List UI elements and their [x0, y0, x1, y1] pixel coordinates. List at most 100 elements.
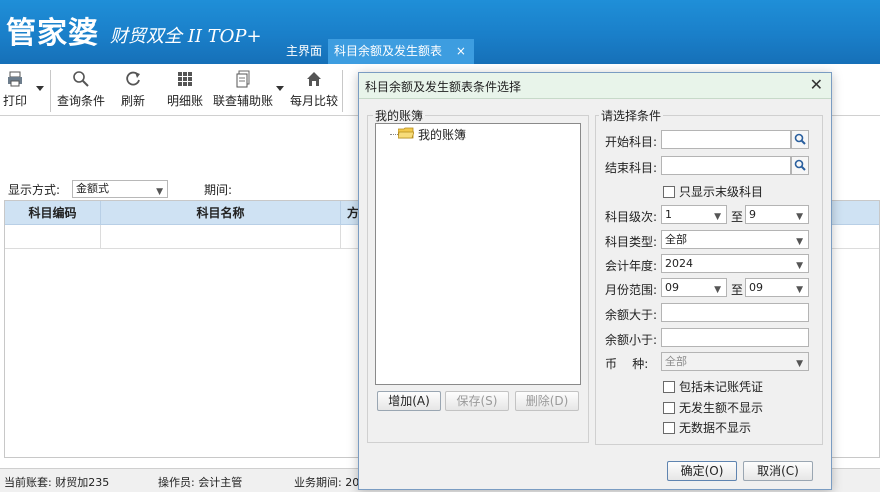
balance-gt-input[interactable]: [661, 303, 809, 322]
only-leaf-checkbox[interactable]: 只显示末级科目: [663, 183, 763, 200]
period-label: 期间:: [204, 183, 233, 197]
fiscal-year-select[interactable]: 2024 ▼: [661, 254, 809, 273]
month-range-label: 月份范围:: [605, 283, 658, 297]
detail-label: 明细账: [167, 94, 204, 108]
hide-no-activity-label: 无发生额不显示: [679, 401, 764, 415]
balance-gt-label: 余额大于:: [605, 308, 658, 322]
detail-ledger-button[interactable]: 明细账: [167, 70, 203, 109]
print-button[interactable]: 打印: [3, 70, 27, 109]
chevron-down-icon: ▼: [156, 187, 163, 197]
checkbox-box[interactable]: [663, 186, 675, 198]
subject-type-select[interactable]: 全部 ▼: [661, 230, 809, 249]
level-to-select[interactable]: 9 ▼: [745, 205, 809, 224]
display-mode-select[interactable]: 金额式 ▼: [72, 180, 168, 198]
cancel-button[interactable]: 取消(C): [743, 461, 813, 481]
dialog-titlebar[interactable]: 科目余额及发生额表条件选择 ✕: [359, 73, 831, 99]
month-to-label: 至: [731, 283, 744, 297]
chevron-down-icon: ▼: [714, 285, 721, 295]
start-subject-search-button[interactable]: [791, 130, 809, 149]
end-subject-search-button[interactable]: [791, 156, 809, 175]
conditions-group-title: 请选择条件: [599, 107, 664, 124]
monthly-compare-button[interactable]: 每月比较: [290, 70, 338, 109]
only-leaf-label: 只显示末级科目: [679, 185, 764, 199]
tree-item-label: 我的账簿: [418, 128, 467, 142]
table-cell[interactable]: [5, 225, 101, 249]
search-icon: [794, 159, 806, 171]
books-group-title: 我的账簿: [373, 107, 426, 124]
grid-icon: [178, 72, 192, 86]
refresh-button[interactable]: 刷新: [121, 70, 145, 109]
close-icon[interactable]: ✕: [810, 75, 823, 94]
end-subject-input[interactable]: [661, 156, 791, 175]
chevron-down-icon: ▼: [796, 285, 803, 295]
fiscal-year-label: 会计年度:: [605, 259, 658, 273]
toolbar-separator: [342, 70, 343, 112]
level-label: 科目级次:: [605, 210, 658, 224]
query-label: 查询条件: [57, 94, 106, 108]
condition-dialog: 科目余额及发生额表条件选择 ✕ 我的账簿 我的账簿 增加(A) 保存(S) 删除…: [358, 72, 832, 490]
level-to-label: 至: [731, 210, 744, 224]
chevron-down-icon: ▼: [796, 237, 803, 247]
chevron-down-icon: ▼: [714, 212, 721, 222]
end-subject-label: 结束科目:: [605, 161, 658, 175]
delete-button[interactable]: 删除(D): [515, 391, 579, 411]
app-header: 管家婆 财贸双全 II TOP+ 主界面 科目余额及发生额表 ×: [0, 0, 880, 64]
books-tree[interactable]: 我的账簿: [375, 123, 581, 385]
printer-icon: [8, 71, 22, 87]
balance-lt-input[interactable]: [661, 328, 809, 347]
level-from-value: 1: [665, 208, 672, 221]
status-operator: 操作员: 会计主管: [158, 476, 243, 489]
dialog-title: 科目余额及发生额表条件选择: [365, 80, 522, 94]
tab-home[interactable]: 主界面: [280, 39, 328, 64]
print-dropdown-icon[interactable]: [36, 86, 44, 91]
save-button[interactable]: 保存(S): [445, 391, 509, 411]
tab-subject-balance[interactable]: 科目余额及发生额表 ×: [328, 39, 474, 64]
tab-subject-balance-label: 科目余额及发生额表: [334, 44, 443, 58]
aux-dropdown-icon[interactable]: [276, 86, 284, 91]
checkbox-box[interactable]: [663, 381, 675, 393]
column-header[interactable]: 科目编码: [5, 201, 101, 225]
ok-button[interactable]: 确定(O): [667, 461, 737, 481]
checkbox-box[interactable]: [663, 402, 675, 414]
table-cell[interactable]: [101, 225, 341, 249]
tree-item[interactable]: 我的账簿: [376, 124, 576, 142]
aux-ledger-button[interactable]: 联查辅助账: [213, 70, 273, 109]
fiscal-year-value: 2024: [665, 257, 693, 270]
month-from-value: 09: [665, 281, 679, 294]
include-unposted-checkbox[interactable]: 包括未记账凭证: [663, 378, 763, 395]
print-label: 打印: [3, 94, 28, 108]
aux-label: 联查辅助账: [213, 94, 274, 108]
app-edition: 财贸双全 II TOP+: [110, 26, 262, 47]
search-icon: [794, 133, 806, 145]
level-to-value: 9: [749, 208, 756, 221]
display-mode-value: 金额式: [76, 182, 109, 195]
checkbox-box[interactable]: [663, 422, 675, 434]
include-unposted-label: 包括未记账凭证: [679, 380, 764, 394]
query-conditions-button[interactable]: 查询条件: [57, 70, 105, 109]
app-logo: 管家婆: [6, 16, 99, 51]
level-from-select[interactable]: 1 ▼: [661, 205, 727, 224]
hide-no-data-label: 无数据不显示: [679, 421, 752, 435]
home-icon: [307, 72, 321, 86]
search-icon: [73, 71, 89, 87]
month-to-select[interactable]: 09 ▼: [745, 278, 809, 297]
refresh-icon: [126, 71, 140, 86]
add-button[interactable]: 增加(A): [377, 391, 441, 411]
monthly-label: 每月比较: [290, 94, 339, 108]
hide-no-activity-checkbox[interactable]: 无发生额不显示: [663, 399, 763, 416]
currency-select[interactable]: 全部 ▼: [661, 352, 809, 371]
start-subject-input[interactable]: [661, 130, 791, 149]
balance-lt-label: 余额小于:: [605, 333, 658, 347]
documents-icon: [236, 70, 250, 88]
chevron-down-icon: ▼: [796, 212, 803, 222]
tab-bar: 主界面 科目余额及发生额表 ×: [280, 39, 474, 64]
hide-no-data-checkbox[interactable]: 无数据不显示: [663, 419, 751, 436]
subject-type-value: 全部: [665, 233, 687, 246]
month-from-select[interactable]: 09 ▼: [661, 278, 727, 297]
display-mode-label: 显示方式:: [8, 183, 61, 197]
column-header[interactable]: 科目名称: [101, 201, 341, 225]
close-icon[interactable]: ×: [456, 44, 466, 58]
status-account-set: 当前账套: 财贸加235: [4, 476, 110, 489]
tab-home-label: 主界面: [286, 44, 323, 58]
currency-value: 全部: [665, 355, 687, 368]
